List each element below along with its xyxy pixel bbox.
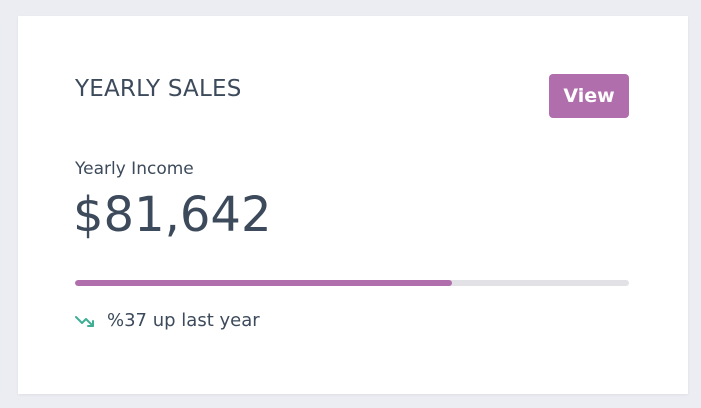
card-title: YEARLY SALES	[75, 76, 242, 102]
trend-indicator: %37 up last year	[75, 308, 260, 334]
view-button[interactable]: View	[549, 74, 629, 118]
income-progress-bar	[75, 280, 629, 286]
trend-text: %37 up last year	[107, 310, 260, 331]
income-value: $81,642	[73, 187, 272, 243]
income-progress-fill	[75, 280, 452, 286]
income-label: Yearly Income	[75, 159, 194, 179]
yearly-sales-card: YEARLY SALES View Yearly Income $81,642 …	[18, 16, 688, 394]
trending-down-icon	[75, 314, 95, 328]
